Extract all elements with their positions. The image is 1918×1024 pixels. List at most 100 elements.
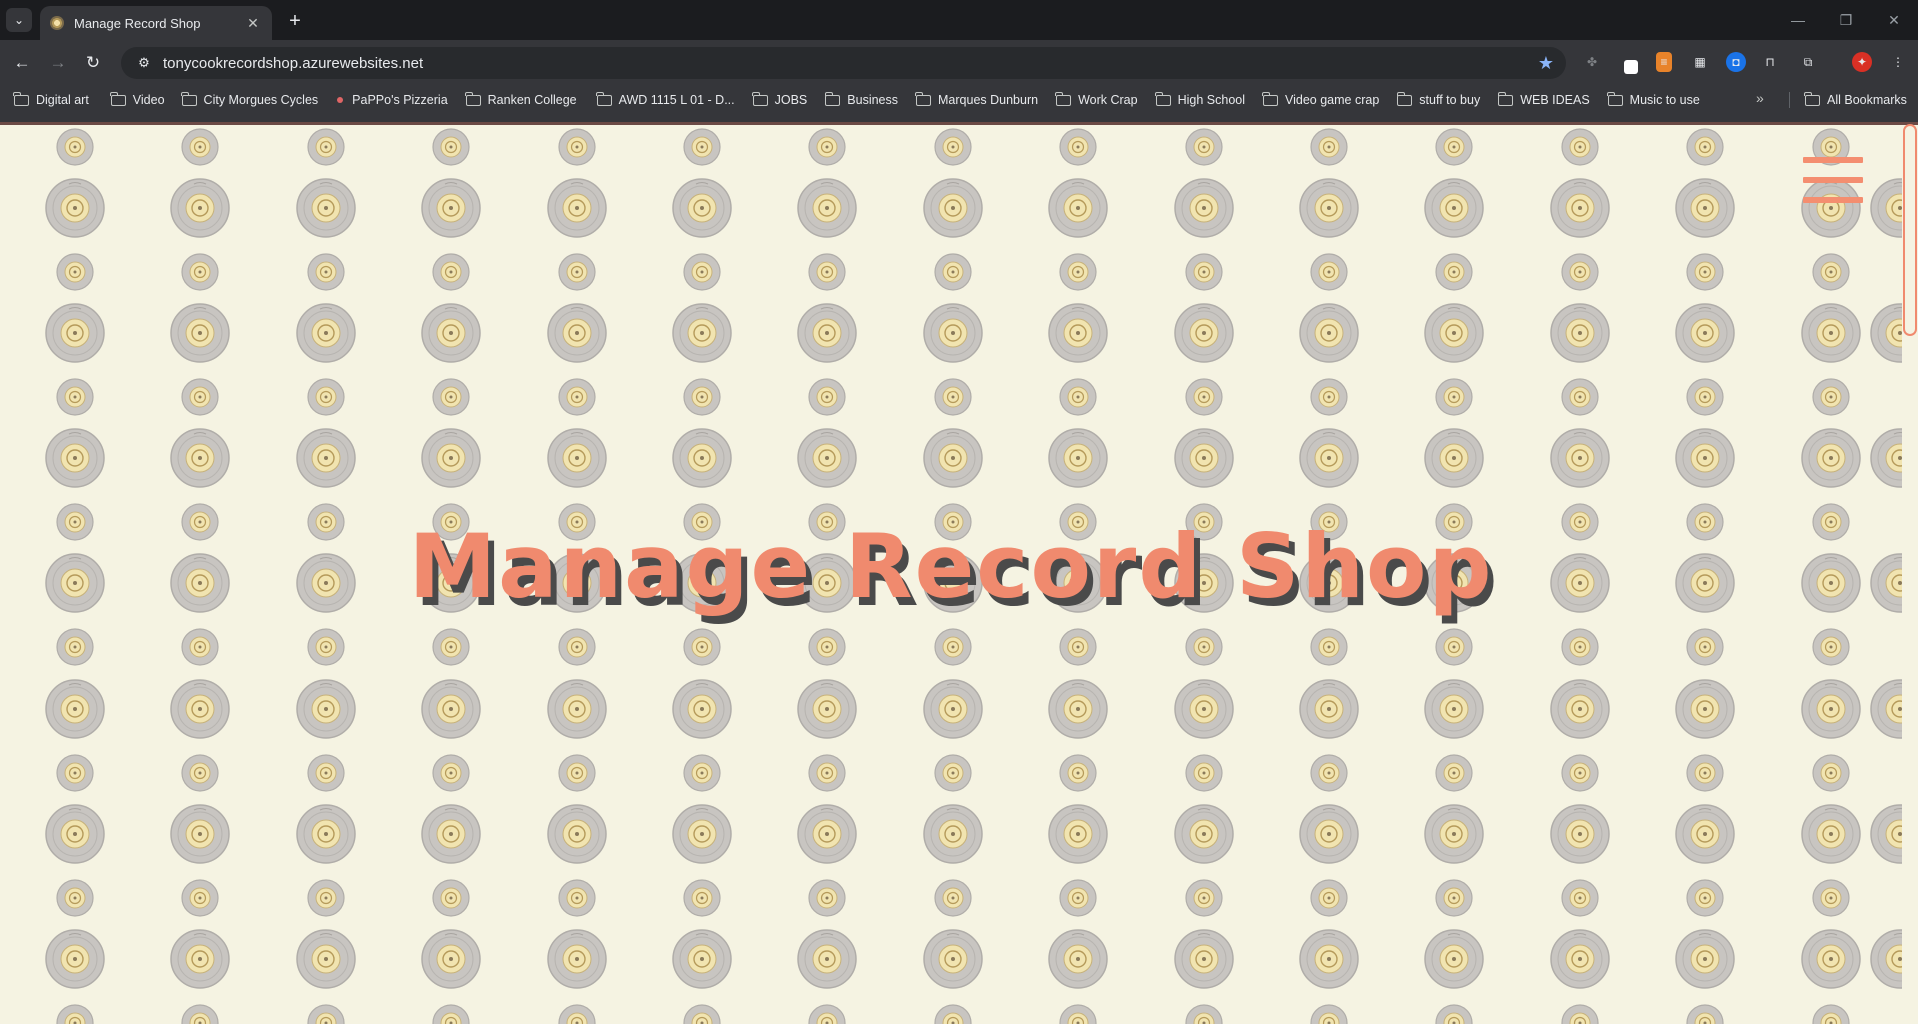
bookmark-item[interactable]: High School (1154, 91, 1245, 107)
record-icon (1299, 679, 1359, 739)
record-icon (1299, 428, 1359, 488)
record-icon (547, 303, 607, 363)
small-record-icon (1812, 628, 1850, 666)
record-icon (1174, 428, 1234, 488)
small-record-icon (1561, 378, 1599, 416)
small-record-icon (307, 1004, 345, 1024)
record-icon (1550, 178, 1610, 238)
small-record-icon (1812, 879, 1850, 917)
bookmark-item[interactable]: WEB IDEAS (1497, 91, 1590, 107)
bookmark-item[interactable]: stuff to buy (1396, 91, 1480, 107)
record-icon (1550, 303, 1610, 363)
extension-icon[interactable] (1624, 60, 1638, 74)
record-icon (1424, 303, 1484, 363)
bookmark-manager-icon[interactable]: ⊓ (1760, 52, 1780, 72)
bookmark-item[interactable]: Digital art (13, 91, 89, 107)
page-viewport: Manage Record Shop (0, 125, 1902, 1024)
more-bookmarks-icon[interactable]: » (1756, 90, 1764, 106)
hamburger-line (1803, 177, 1863, 183)
folder-icon (824, 91, 841, 106)
record-icon (797, 804, 857, 864)
bookmark-item[interactable]: Marques Dunburn (915, 91, 1038, 107)
url-text[interactable]: tonycookrecordshop.azurewebsites.net (163, 55, 1538, 72)
extension-icon[interactable]: ✤ (1582, 52, 1602, 72)
close-window-icon[interactable]: ✕ (1870, 0, 1918, 40)
back-button[interactable]: ← (9, 50, 35, 76)
small-record-icon (1686, 128, 1724, 166)
record-icon (797, 303, 857, 363)
bookmark-item[interactable]: City Morgues Cycles (180, 91, 318, 107)
small-record-icon (1435, 378, 1473, 416)
tab-search-button[interactable]: ⌄ (6, 8, 32, 32)
record-icon (672, 804, 732, 864)
bookmark-item[interactable]: Video (110, 91, 165, 107)
record-icon (296, 679, 356, 739)
small-record-icon (934, 1004, 972, 1024)
small-record-icon (181, 1004, 219, 1024)
small-record-icon (1185, 128, 1223, 166)
minimize-icon[interactable]: — (1774, 0, 1822, 40)
restore-icon[interactable]: ❐ (1822, 0, 1870, 40)
record-icon (797, 679, 857, 739)
small-record-icon (934, 754, 972, 792)
folder-icon (1497, 91, 1514, 106)
bookmark-star-icon[interactable]: ★ (1538, 53, 1554, 74)
small-record-icon (1059, 628, 1097, 666)
bookmark-item[interactable]: JOBS (752, 91, 807, 107)
extensions-puzzle-icon[interactable]: ⧉ (1798, 52, 1818, 72)
extension-icon[interactable]: ◘ (1726, 52, 1746, 72)
small-record-icon (1812, 378, 1850, 416)
record-icon (421, 929, 481, 989)
reload-button[interactable]: ↻ (80, 50, 106, 76)
small-record-icon (558, 378, 596, 416)
address-bar[interactable]: ⚙ tonycookrecordshop.azurewebsites.net ★ (121, 47, 1566, 79)
small-record-icon (56, 253, 94, 291)
folder-icon (1154, 91, 1171, 106)
bookmark-item[interactable]: Video game crap (1262, 91, 1379, 107)
hamburger-menu-icon[interactable] (1803, 157, 1863, 203)
extension-icon[interactable]: ≡ (1656, 52, 1672, 72)
record-icon (547, 679, 607, 739)
small-record-icon (1686, 754, 1724, 792)
browser-menu-icon[interactable]: ⋮ (1888, 52, 1908, 72)
record-icon (1048, 303, 1108, 363)
bookmark-item[interactable]: Music to use (1607, 91, 1700, 107)
record-icon (45, 929, 105, 989)
folder-icon (110, 91, 126, 106)
qr-extension-icon[interactable]: ▦ (1690, 52, 1710, 72)
active-tab[interactable]: Manage Record Shop ✕ (40, 6, 272, 40)
bookmark-item[interactable]: PaPPo's Pizzeria (337, 93, 448, 107)
bookmark-item[interactable]: Ranken College (465, 91, 577, 107)
record-icon (1801, 679, 1861, 739)
all-bookmarks-button[interactable]: All Bookmarks (1804, 86, 1907, 114)
small-record-icon (808, 378, 846, 416)
record-icon (1048, 178, 1108, 238)
record-icon (1048, 929, 1108, 989)
small-record-icon (1185, 253, 1223, 291)
new-tab-button[interactable]: + (283, 9, 307, 33)
small-record-icon (1059, 253, 1097, 291)
folder-icon (1396, 91, 1413, 106)
small-record-icon (56, 128, 94, 166)
small-record-icon (558, 628, 596, 666)
record-icon (1675, 178, 1735, 238)
small-record-icon (1310, 128, 1348, 166)
bookmark-item[interactable]: Work Crap (1055, 91, 1138, 107)
folder-icon (465, 91, 481, 106)
record-icon (421, 679, 481, 739)
profile-avatar[interactable]: ✦ (1852, 52, 1872, 72)
site-info-icon[interactable]: ⚙ (129, 55, 159, 71)
scrollbar-thumb[interactable] (1903, 124, 1917, 336)
small-record-icon (181, 253, 219, 291)
record-icon (672, 178, 732, 238)
record-icon (1550, 679, 1610, 739)
bookmark-item[interactable]: AWD 1115 L 01 - D... (596, 91, 735, 107)
record-icon (672, 679, 732, 739)
record-icon (296, 428, 356, 488)
forward-button[interactable]: → (45, 50, 71, 76)
bookmark-item[interactable]: Business (824, 91, 898, 107)
close-tab-icon[interactable]: ✕ (244, 15, 262, 32)
record-icon (1801, 303, 1861, 363)
small-record-icon (307, 128, 345, 166)
small-record-icon (1059, 378, 1097, 416)
